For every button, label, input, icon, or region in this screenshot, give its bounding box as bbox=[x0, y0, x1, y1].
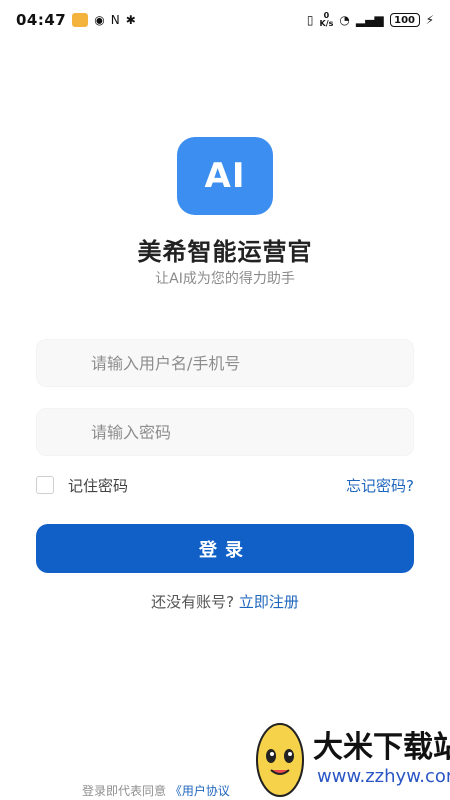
battery-icon: 100 bbox=[389, 13, 420, 27]
login-button[interactable]: 登录 bbox=[36, 524, 414, 573]
mascot-icon bbox=[256, 723, 304, 797]
forgot-password-link[interactable]: 忘记密码? bbox=[346, 475, 414, 496]
wifi-icon: ◔ bbox=[339, 13, 350, 27]
watermark-title: 大米下载站 bbox=[313, 730, 450, 765]
password-input[interactable] bbox=[37, 409, 413, 455]
status-bar: 04:47 ◉ N ✱ ▯ 0 K/s ◔ ▂▄▆ 100 ⚡ bbox=[0, 0, 450, 40]
user-agreement-link[interactable]: 《用户协议 bbox=[170, 784, 230, 798]
eye-icon: ◉ bbox=[94, 13, 105, 27]
app-name: 美希智能运营官 bbox=[137, 238, 313, 266]
watermark-url: www.zzhyw.com bbox=[317, 766, 450, 787]
username-input[interactable] bbox=[37, 340, 413, 386]
agreement-text-row: 登录即代表同意 《用户协议 bbox=[82, 782, 230, 799]
agreement-text: 登录即代表同意 bbox=[82, 784, 167, 798]
password-field[interactable] bbox=[36, 408, 414, 456]
register-row: 还没有账号? 立即注册 bbox=[0, 591, 450, 612]
app-tagline: 让AI成为您的得力助手 bbox=[155, 271, 295, 287]
vibrate-icon: ▯ bbox=[306, 13, 314, 27]
no-account-text: 还没有账号? bbox=[151, 593, 235, 611]
app-notification-icon bbox=[72, 13, 89, 27]
bluetooth-icon: ✱ bbox=[125, 13, 136, 27]
watermark: 大米下载站 www.zzhyw.com bbox=[251, 718, 450, 800]
signal-icon: ▂▄▆ bbox=[355, 13, 384, 27]
logo-text: AI bbox=[204, 156, 246, 196]
status-right: ▯ 0 K/s ◔ ▂▄▆ 100 ⚡ bbox=[307, 12, 434, 28]
status-left: 04:47 ◉ N ✱ bbox=[16, 11, 136, 29]
status-time: 04:47 bbox=[16, 11, 67, 29]
nfc-icon: N bbox=[110, 13, 120, 27]
remember-password-label[interactable]: 记住密码 bbox=[68, 475, 128, 496]
register-link[interactable]: 立即注册 bbox=[239, 593, 299, 611]
network-speed: 0 K/s bbox=[320, 12, 334, 28]
app-logo: AI bbox=[177, 137, 273, 215]
username-field[interactable] bbox=[36, 339, 414, 387]
speed-unit: K/s bbox=[319, 19, 334, 28]
charging-icon: ⚡ bbox=[425, 13, 434, 27]
remember-password-checkbox[interactable] bbox=[36, 476, 54, 494]
